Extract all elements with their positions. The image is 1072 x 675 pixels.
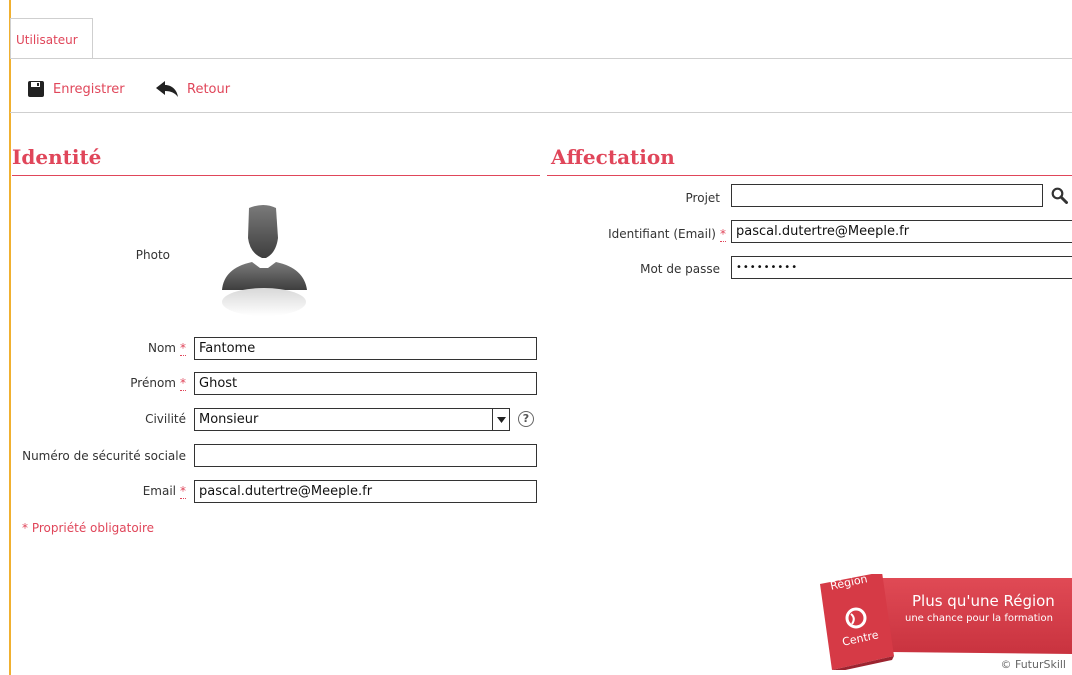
identity-section-rule [12,175,540,176]
required-marker: * [180,341,186,356]
search-icon[interactable] [1051,187,1068,207]
left-accent-bar [9,0,11,675]
civilite-label: Civilité [145,412,186,426]
email-label: Email * [142,484,186,499]
identity-section-title: Identité [12,145,102,169]
required-note: * Propriété obligatoire [22,521,155,535]
password-input[interactable]: ••••••••• [731,256,1072,279]
help-icon[interactable]: ? [518,411,534,427]
nom-label: Nom * [147,341,186,356]
affectation-section-title: Affectation [551,145,675,169]
toolbar-divider [10,112,1072,113]
nom-input[interactable]: Fantome [194,337,537,360]
back-button[interactable]: Retour [155,80,230,98]
civilite-value: Monsieur [199,412,259,427]
tab-divider [10,58,1072,59]
banner-headline: Plus qu'une Région [912,592,1055,610]
secu-input[interactable] [194,444,537,467]
banner-tagline: une chance pour la formation [905,613,1053,624]
required-marker: * [180,376,186,391]
secu-label: Numéro de sécurité sociale [22,449,186,463]
avatar[interactable] [214,198,314,320]
projet-label: Projet [685,191,720,205]
reply-arrow-icon [155,80,179,98]
copyright: © FuturSkill [1000,658,1066,671]
save-label: Enregistrer [53,81,125,97]
identifiant-label: Identifiant (Email) * [608,227,726,242]
tab-utilisateur[interactable]: Utilisateur [10,18,93,58]
photo-label: Photo [135,248,170,262]
region-centre-banner: Région Centre Plus qu'une Région une cha… [818,572,1072,672]
affectation-section-rule [547,175,1072,176]
chevron-down-icon[interactable] [492,409,509,430]
back-label: Retour [187,81,231,97]
prenom-label: Prénom * [130,376,186,391]
password-label: Mot de passe [640,262,720,276]
email-input[interactable]: pascal.dutertre@Meeple.fr [194,480,537,503]
civilite-select[interactable]: Monsieur [194,408,510,431]
save-button[interactable]: Enregistrer [27,80,125,98]
prenom-input[interactable]: Ghost [194,372,537,395]
floppy-disk-icon [27,80,45,98]
projet-input[interactable] [731,184,1043,207]
required-marker: * [180,484,186,499]
identifiant-input[interactable]: pascal.dutertre@Meeple.fr [731,220,1072,243]
required-marker: * [720,227,726,242]
